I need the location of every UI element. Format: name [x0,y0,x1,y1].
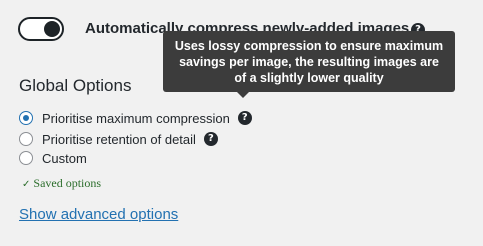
global-options-title: Global Options [19,76,132,95]
saved-text: Saved options [33,176,102,190]
radio-max-compression[interactable] [19,111,33,125]
toggle-knob [44,21,60,37]
option-label[interactable]: Prioritise retention of detail [42,132,196,147]
radio-retain-detail[interactable] [19,132,33,146]
option-max-compression[interactable]: Prioritise maximum compression ? [19,109,252,127]
help-icon[interactable]: ? [237,111,252,125]
option-label[interactable]: Prioritise maximum compression [42,111,230,126]
option-custom[interactable]: Custom [19,149,87,167]
option-retain-detail[interactable]: Prioritise retention of detail ? [19,130,218,148]
show-advanced-options-link[interactable]: Show advanced options [19,206,178,223]
checkmark-icon: ✓ [22,179,31,190]
saved-status: ✓ Saved options [22,176,101,191]
option-label[interactable]: Custom [42,151,87,166]
tooltip-arrow [237,92,249,98]
help-icon[interactable]: ? [203,132,218,146]
help-tooltip: Uses lossy compression to ensure maximum… [163,31,455,92]
auto-compress-toggle[interactable] [18,17,64,41]
radio-custom[interactable] [19,151,33,165]
